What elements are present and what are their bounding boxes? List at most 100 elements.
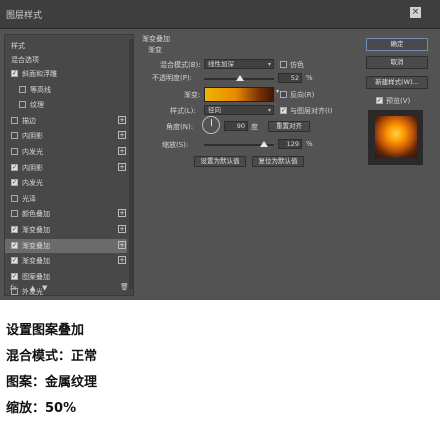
caption-line-1: 设置图案叠加 (6, 323, 85, 338)
blend-mode-select[interactable]: 线性加深 ▾ (204, 59, 274, 69)
align-with-layer-checkbox[interactable]: ✓ (280, 107, 287, 114)
blend-options-label: 混合选项 (11, 56, 39, 64)
style-select[interactable]: 径向 ▾ (204, 105, 274, 115)
trash-icon[interactable]: 🗑 (120, 283, 129, 291)
style-item-checkbox[interactable] (11, 132, 18, 140)
gradient-label: 渐变: (184, 91, 201, 99)
style-item-checkbox[interactable] (19, 85, 26, 93)
style-item[interactable]: 描边 + (5, 114, 127, 128)
style-item-label: 渐变叠加 (22, 241, 50, 250)
gradient-dropdown-chevron-icon[interactable]: ▾ (276, 88, 279, 95)
style-item-checkbox[interactable]: ✓ (11, 179, 18, 187)
scale-input[interactable]: 129 (278, 139, 302, 149)
chevron-down-icon: ▾ (267, 107, 271, 114)
reset-alignment-button[interactable]: 重置对齐 (268, 121, 310, 132)
opacity-unit: % (306, 74, 313, 82)
style-item-checkbox[interactable]: ✓ (11, 70, 18, 77)
dither-checkbox[interactable] (280, 61, 287, 68)
dialog-title: 图层样式 (6, 11, 43, 21)
blend-mode-label: 混合模式(B): (160, 61, 201, 69)
layer-style-dialog-screenshot: 图层样式 × 样式 混合选项 ✓ 斜面和浮雕 等高线 纹理 描边 + 内阴影 + 内发光 + ✓ 内阴… (0, 0, 440, 300)
style-item-checkbox[interactable] (19, 101, 26, 109)
add-effect-icon[interactable]: + (118, 256, 126, 265)
style-item[interactable]: 内发光 + (5, 145, 127, 159)
style-item[interactable]: 内阴影 + (5, 129, 127, 143)
styles-header-label: 样式 (11, 42, 25, 50)
scale-slider-thumb[interactable] (260, 141, 269, 147)
add-effect-icon[interactable]: + (118, 147, 126, 155)
move-down-icon[interactable]: ▼ (42, 284, 47, 292)
styles-list-panel: 样式 混合选项 ✓ 斜面和浮雕 等高线 纹理 描边 + 内阴影 + 内发光 + ✓ 内阴影 + ✓ 内发光光… (4, 34, 134, 296)
cancel-button[interactable]: 取消 (366, 56, 428, 69)
styles-scrollbar[interactable] (129, 39, 133, 289)
fx-icon[interactable]: fx (10, 284, 17, 292)
angle-unit: 度 (251, 123, 258, 131)
move-up-icon[interactable]: ▲ (30, 284, 35, 292)
caption-line-2: 混合模式：正常 (6, 349, 98, 364)
style-item-label: 内阴影 (22, 163, 43, 172)
add-effect-icon[interactable]: + (118, 240, 126, 249)
style-item[interactable]: ✓ 斜面和浮雕 (5, 67, 127, 81)
add-effect-icon[interactable]: + (118, 209, 126, 218)
style-item-checkbox[interactable] (11, 194, 18, 202)
style-item-label: 颜色叠加 (22, 210, 50, 219)
reset-default-button[interactable]: 复位为默认值 (252, 156, 304, 167)
new-style-button[interactable]: 新建样式(W)... (366, 76, 428, 89)
style-item[interactable]: 颜色叠加 + (5, 207, 127, 221)
style-item-label: 图案叠加 (22, 272, 50, 281)
style-item-checkbox[interactable]: ✓ (11, 241, 18, 249)
style-item-label: 渐变叠加 (22, 257, 50, 266)
style-item[interactable]: ✓ 渐变叠加 + (5, 238, 127, 253)
ok-button[interactable]: 确定 (366, 38, 428, 51)
reverse-label: 反向(R) (290, 91, 315, 99)
style-item[interactable]: ✓ 内发光 (5, 176, 127, 190)
angle-dial-icon[interactable] (202, 116, 220, 134)
style-item[interactable]: ✓ 渐变叠加 + (5, 223, 127, 237)
angle-input[interactable]: 90 (224, 121, 248, 131)
style-item-checkbox[interactable]: ✓ (11, 257, 18, 265)
style-label: 样式(L): (170, 107, 196, 115)
opacity-label: 不透明度(P): (152, 74, 193, 82)
set-default-button[interactable]: 设置为默认值 (194, 156, 246, 167)
style-value: 径向 (208, 106, 221, 114)
opacity-input[interactable]: 52 (278, 73, 302, 83)
caption-line-4: 缩放：50% (6, 401, 77, 416)
style-item-label: 等高线 (30, 85, 51, 94)
close-icon[interactable]: × (410, 7, 421, 18)
style-item-label: 描边 (22, 116, 36, 125)
dialog-titlebar: 图层样式 × (0, 0, 440, 29)
add-effect-icon[interactable]: + (118, 225, 126, 233)
style-item[interactable]: 光泽 (5, 192, 127, 206)
style-item-checkbox[interactable]: ✓ (11, 226, 18, 233)
style-item-label: 斜面和浮雕 (22, 70, 57, 78)
style-item-checkbox[interactable]: ✓ (11, 163, 18, 171)
preview-checkbox[interactable]: ✓ (376, 97, 383, 104)
dialog-actions-panel: 确定 取消 新建样式(W)... ✓ 预览(V) (358, 30, 440, 300)
style-item[interactable]: ✓ 内阴影 + (5, 161, 127, 175)
caption-line-3: 图案：金属纹理 (6, 375, 98, 390)
style-item[interactable]: ✓ 渐变叠加 + (5, 254, 127, 268)
add-effect-icon[interactable]: + (118, 131, 126, 140)
add-effect-icon[interactable]: + (118, 162, 126, 171)
preview-label: 预览(V) (386, 97, 411, 105)
group-title: 渐变 (148, 46, 162, 54)
align-with-layer-label: 与图层对齐(I) (290, 107, 333, 115)
section-title: 渐变叠加 (142, 35, 170, 43)
style-item[interactable]: 等高线 (5, 83, 127, 97)
style-item-label: 内阴影 (22, 132, 43, 141)
reverse-checkbox[interactable] (280, 91, 287, 98)
scale-unit: % (306, 140, 313, 148)
style-item-checkbox[interactable] (11, 116, 18, 124)
style-item-label: 内发光 (22, 179, 43, 188)
add-effect-icon[interactable]: + (118, 115, 126, 124)
chevron-down-icon: ▾ (267, 61, 271, 68)
angle-label: 角度(N): (166, 123, 194, 131)
gradient-picker[interactable] (204, 87, 274, 102)
style-preview-thumbnail (368, 110, 423, 165)
style-item[interactable]: 纹理 (5, 98, 127, 112)
style-item-checkbox[interactable] (11, 210, 18, 218)
style-item-checkbox[interactable] (11, 148, 18, 155)
style-item-checkbox[interactable]: ✓ (11, 272, 18, 280)
opacity-slider-thumb[interactable] (236, 75, 245, 81)
blend-options-item[interactable]: 混合选项 (5, 53, 127, 67)
